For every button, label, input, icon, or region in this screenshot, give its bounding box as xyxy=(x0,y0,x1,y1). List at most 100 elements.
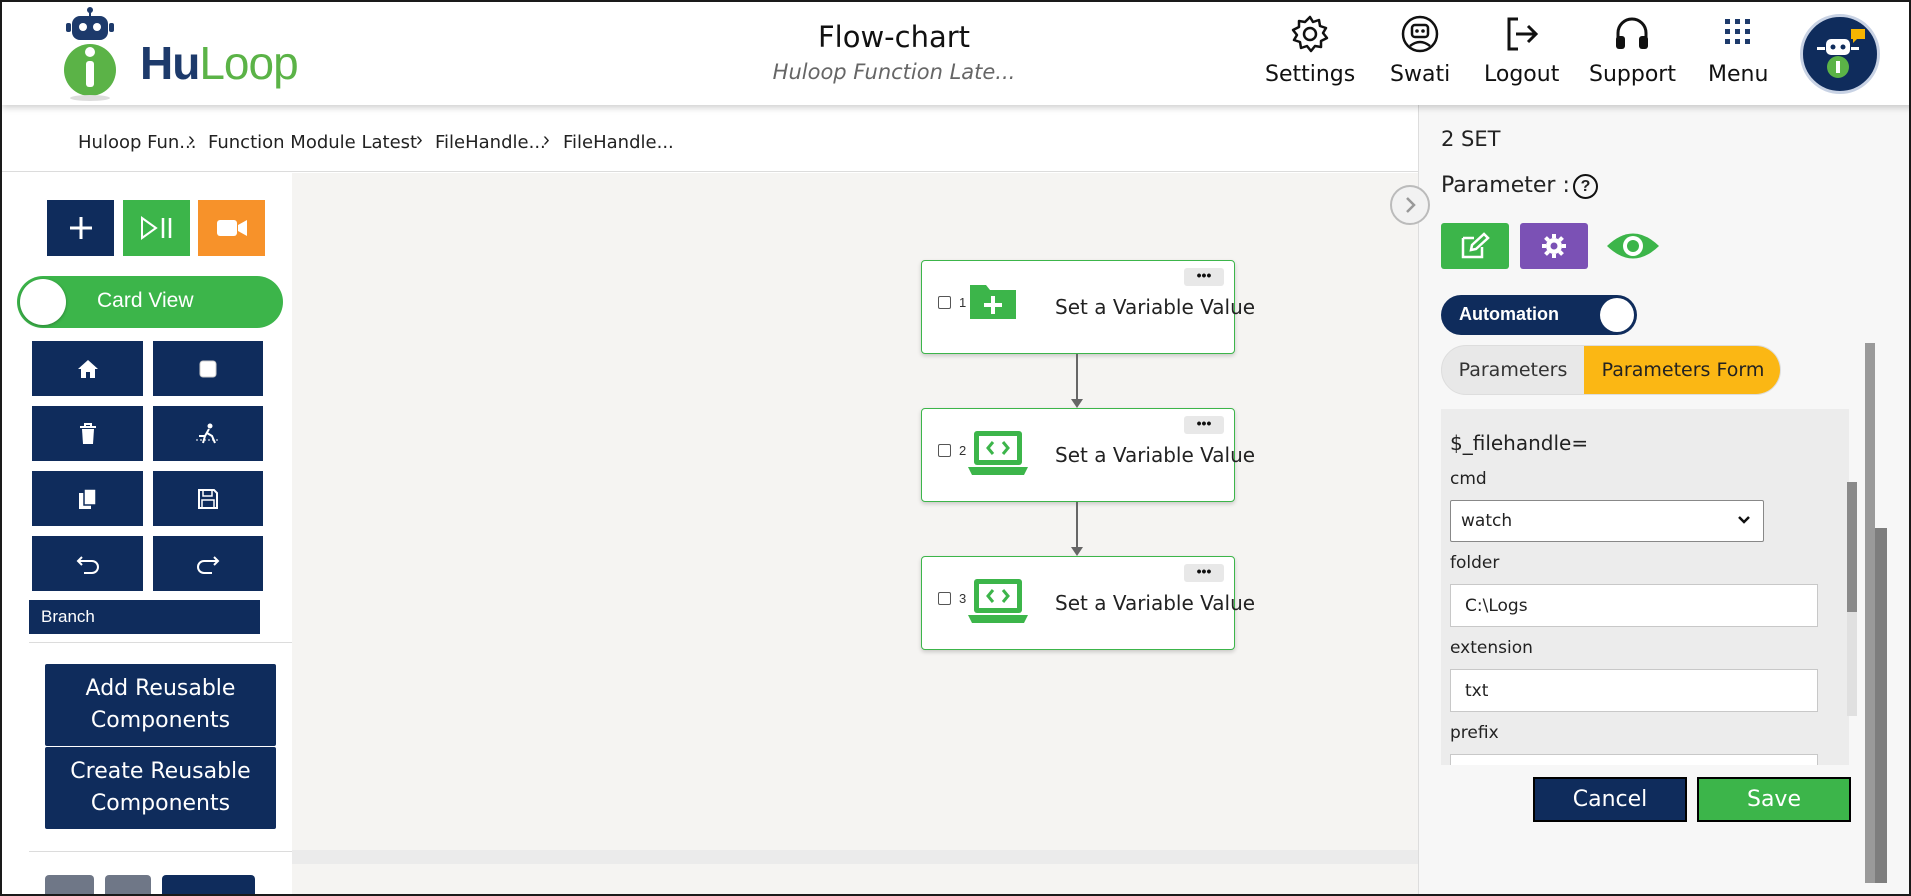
collapse-panel-button[interactable] xyxy=(1390,185,1430,225)
logout-button[interactable]: Logout xyxy=(1484,14,1559,87)
divider xyxy=(29,851,292,852)
cmd-select[interactable]: watch xyxy=(1450,500,1764,542)
arrow-down-icon xyxy=(1071,399,1083,408)
play-pause-button[interactable] xyxy=(123,200,190,256)
folder-label: folder xyxy=(1450,553,1500,573)
floppy-disk-icon xyxy=(198,488,218,509)
arrow-down-icon xyxy=(1071,547,1083,556)
undo-icon xyxy=(76,555,99,574)
canvas-horizontal-scrollbar[interactable] xyxy=(292,850,1418,864)
node-label: Set a Variable Value xyxy=(1055,443,1256,467)
automation-toggle[interactable]: Automation xyxy=(1441,295,1637,335)
node-label: Set a Variable Value xyxy=(1055,591,1256,615)
tab-parameters-form[interactable]: Parameters Form xyxy=(1584,346,1780,394)
logo-text-hu: Hu xyxy=(140,37,200,89)
breadcrumb-item[interactable]: FileHandle... xyxy=(435,132,546,153)
card-view-label: Card View xyxy=(97,289,194,312)
breadcrumb-item[interactable]: Function Module Latest xyxy=(208,132,417,153)
settings-button[interactable]: Settings xyxy=(1265,14,1355,87)
panel-scrollbar[interactable] xyxy=(1865,343,1875,883)
parameter-settings-button[interactable] xyxy=(1520,223,1588,269)
prefix-input[interactable] xyxy=(1450,754,1818,765)
edit-parameter-button[interactable] xyxy=(1441,223,1509,269)
node-more-options-button[interactable]: ••• xyxy=(1184,268,1224,286)
huloop-logo[interactable]: HuLoop xyxy=(62,6,322,102)
properties-panel: 2 SET Parameter : ? Automation Parameter… xyxy=(1418,105,1909,894)
node-more-options-button[interactable]: ••• xyxy=(1184,416,1224,434)
toggle-knob xyxy=(1600,298,1634,332)
user-name-label: Swati xyxy=(1390,62,1451,87)
record-video-button[interactable] xyxy=(198,200,265,256)
parameters-form: $_filehandle= cmd watch folder C:\Logs e… xyxy=(1441,409,1849,765)
assistant-bot-button[interactable] xyxy=(1800,14,1880,94)
parameter-label: Parameter : xyxy=(1441,173,1570,198)
node-checkbox[interactable] xyxy=(938,592,951,605)
branch-tool-button[interactable] xyxy=(153,406,263,461)
folder-add-icon xyxy=(968,281,1020,326)
tab-parameters[interactable]: Parameters xyxy=(1442,346,1584,394)
laptop-code-icon xyxy=(968,577,1028,630)
breadcrumb-separator: › xyxy=(188,129,195,151)
home-icon xyxy=(77,359,98,378)
gear-icon xyxy=(1542,234,1566,258)
cmd-select-value: watch xyxy=(1461,511,1513,531)
parameter-tabs: Parameters Parameters Form xyxy=(1441,345,1781,395)
bottom-tool-button[interactable] xyxy=(45,875,94,894)
breadcrumb-item[interactable]: Huloop Fun... xyxy=(78,132,196,153)
add-reusable-components-button[interactable]: Add Reusable Components xyxy=(45,664,276,746)
stop-button[interactable] xyxy=(153,341,263,396)
menu-button[interactable]: Menu xyxy=(1708,14,1768,87)
node-checkbox[interactable] xyxy=(938,444,951,457)
create-reusable-components-button[interactable]: Create Reusable Components xyxy=(45,747,276,829)
logo-text-loop: Loop xyxy=(199,37,298,89)
bottom-tool-button[interactable] xyxy=(162,875,255,894)
branch-run-icon xyxy=(196,423,220,443)
flow-node[interactable]: 3 Set a Variable Value ••• xyxy=(921,556,1255,650)
node-label: Set a Variable Value xyxy=(1055,295,1256,319)
extension-input[interactable]: txt xyxy=(1450,669,1818,712)
form-heading: $_filehandle= xyxy=(1450,431,1589,455)
delete-button[interactable] xyxy=(32,406,143,461)
toggle-knob xyxy=(20,279,66,325)
redo-button[interactable] xyxy=(153,536,263,591)
preview-button[interactable] xyxy=(1599,223,1667,269)
chevron-right-icon xyxy=(1406,197,1416,213)
trash-icon xyxy=(79,422,96,444)
square-icon xyxy=(199,360,217,377)
eye-icon xyxy=(1607,233,1659,259)
menu-label: Menu xyxy=(1708,62,1769,87)
gear-icon xyxy=(1291,15,1329,53)
cancel-button[interactable]: Cancel xyxy=(1533,777,1687,822)
support-button[interactable]: Support xyxy=(1589,14,1676,87)
form-scrollbar-thumb[interactable] xyxy=(1847,482,1857,612)
panel-scrollbar-thumb[interactable] xyxy=(1875,528,1887,883)
flow-node[interactable]: 1 Set a Variable Value ••• xyxy=(921,260,1255,354)
help-icon[interactable]: ? xyxy=(1573,174,1598,199)
user-profile-button[interactable]: Swati xyxy=(1390,14,1450,87)
assistant-robot-icon xyxy=(1817,29,1865,78)
add-step-button[interactable] xyxy=(47,200,114,256)
flow-connector xyxy=(1076,502,1078,547)
undo-button[interactable] xyxy=(32,536,143,591)
node-more-options-button[interactable]: ••• xyxy=(1184,564,1224,582)
flow-canvas[interactable] xyxy=(292,173,1418,894)
page-subtitle: Huloop Function Late... xyxy=(772,60,1016,84)
node-checkbox[interactable] xyxy=(938,296,951,309)
card-view-toggle[interactable]: Card View xyxy=(17,276,283,328)
bottom-tool-button[interactable] xyxy=(105,875,151,894)
flow-node[interactable]: 2 Set a Variable Value ••• xyxy=(921,408,1255,502)
top-header: HuLoop Flow-chart Huloop Function Late..… xyxy=(2,2,1909,105)
node-number: 2 xyxy=(959,443,967,458)
branch-button[interactable]: Branch xyxy=(29,600,260,634)
headset-icon xyxy=(1616,17,1649,49)
left-toolbar: Card View Branch Add Reusable Components xyxy=(2,173,292,894)
plus-icon xyxy=(69,217,92,239)
logout-icon xyxy=(1507,17,1538,51)
divider xyxy=(29,642,292,643)
copy-button[interactable] xyxy=(32,471,143,526)
save-flow-button[interactable] xyxy=(153,471,263,526)
save-button[interactable]: Save xyxy=(1697,777,1851,822)
folder-input[interactable]: C:\Logs xyxy=(1450,584,1818,627)
home-button[interactable] xyxy=(32,341,143,396)
breadcrumb-item[interactable]: FileHandle... xyxy=(563,132,674,153)
